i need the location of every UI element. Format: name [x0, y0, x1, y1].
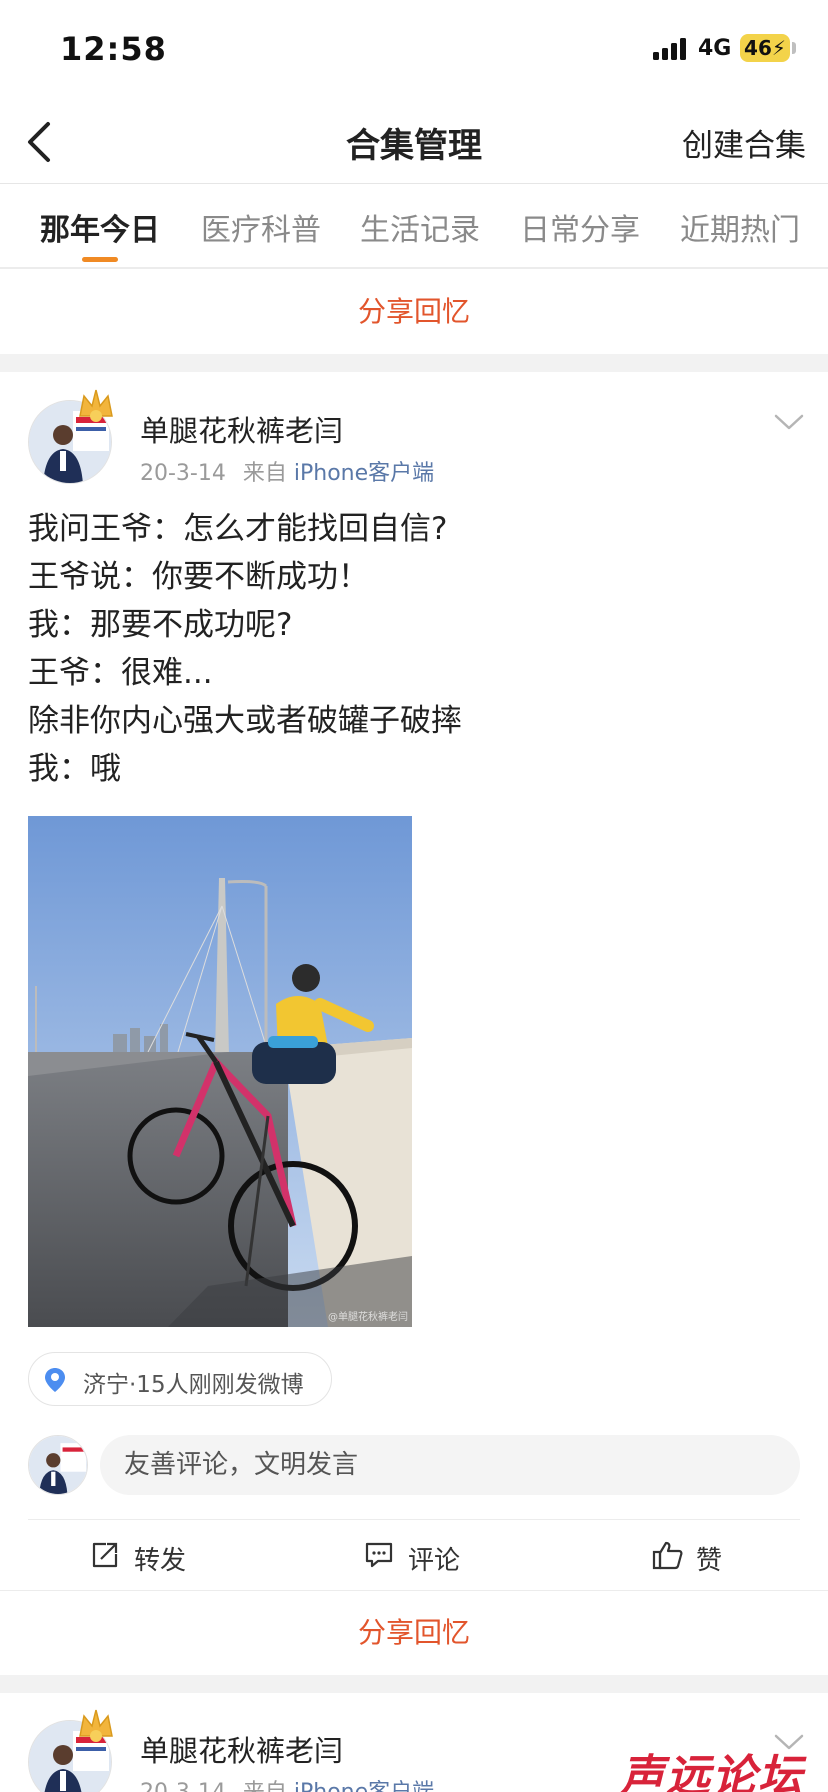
- section-gap: [0, 1675, 828, 1693]
- post-date: 20-3-14: [140, 1780, 226, 1792]
- post-text-line: 我：哦: [28, 751, 121, 787]
- cellular-signal-icon: [653, 38, 689, 60]
- comment-label: 评论: [408, 1546, 461, 1576]
- like-button[interactable]: 赞: [652, 1538, 752, 1576]
- collection-tabs: 那年今日 医疗科普 生活记录 日常分享 近期热门: [0, 185, 828, 267]
- like-label: 赞: [696, 1546, 723, 1576]
- chevron-down-icon[interactable]: [772, 410, 806, 434]
- vip-badge-icon: [79, 1709, 113, 1742]
- repost-icon: [92, 1542, 118, 1568]
- network-type: 4G: [698, 36, 732, 61]
- post-text-line: 王爷：很难...: [28, 655, 213, 691]
- battery-level: 46: [744, 36, 772, 60]
- comment-icon: [365, 1542, 393, 1568]
- svg-text:@单腿花秋裤老闫: @单腿花秋裤老闫: [328, 1310, 408, 1323]
- post-author-name[interactable]: 单腿花秋裤老闫: [140, 408, 343, 450]
- status-bar: 12:58 4G 46⚡: [0, 0, 828, 100]
- post-date: 20-3-14: [140, 461, 226, 486]
- thumbs-up-icon: [652, 1541, 683, 1570]
- location-tag[interactable]: 济宁·15人刚刚发微博: [28, 1352, 332, 1406]
- post-actions: 转发 评论 赞: [28, 1519, 800, 1589]
- post-source[interactable]: iPhone客户端: [294, 461, 434, 486]
- battery-icon: 46⚡: [740, 34, 790, 62]
- status-time: 12:58: [60, 30, 167, 68]
- repost-label: 转发: [134, 1546, 187, 1576]
- post-meta: 20-3-14 来自 iPhone客户端: [140, 1774, 434, 1792]
- post-source-prefix: 来自: [242, 461, 287, 486]
- tab-life-record[interactable]: 生活记录: [360, 205, 480, 249]
- post-text-line: 除非你内心强大或者破罐子破摔: [28, 703, 462, 739]
- location-pin-icon: [45, 1368, 65, 1392]
- tab-daily-share[interactable]: 日常分享: [520, 205, 640, 249]
- post-text-line: 我：那要不成功呢?: [28, 607, 293, 643]
- repost-button[interactable]: 转发: [90, 1538, 210, 1576]
- share-memory-button[interactable]: 分享回忆: [0, 270, 828, 354]
- tab-that-year-today[interactable]: 那年今日: [40, 205, 160, 249]
- vip-badge-icon: [79, 389, 113, 422]
- location-text: 济宁·15人刚刚发微博: [83, 1372, 304, 1398]
- post-text-line: 我问王爷：怎么才能找回自信?: [28, 511, 448, 547]
- nav-bar: 合集管理 创建合集: [0, 100, 828, 184]
- battery-cap: [792, 42, 796, 54]
- post-source[interactable]: iPhone客户端: [294, 1780, 434, 1792]
- create-collection-button[interactable]: 创建合集: [682, 120, 806, 165]
- tab-recent-hot[interactable]: 近期热门: [680, 205, 800, 249]
- back-button[interactable]: [18, 114, 70, 170]
- comment-input[interactable]: [100, 1435, 800, 1495]
- post-text: 我问王爷：怎么才能找回自信? 王爷说：你要不断成功！ 我：那要不成功呢? 王爷：…: [28, 505, 808, 793]
- chevron-left-icon: [28, 122, 50, 162]
- post-source-prefix: 来自: [243, 1780, 287, 1792]
- forum-watermark: 声远论坛: [620, 1751, 804, 1792]
- active-tab-indicator: [82, 257, 118, 262]
- post-author-name[interactable]: 单腿花秋裤老闫: [140, 1728, 343, 1770]
- post-meta: 20-3-14 来自 iPhone客户端: [140, 455, 434, 487]
- comment-button[interactable]: 评论: [364, 1538, 484, 1576]
- my-avatar[interactable]: [28, 1435, 88, 1495]
- share-memory-button[interactable]: 分享回忆: [0, 1591, 828, 1675]
- post-photo[interactable]: @单腿花秋裤老闫: [28, 816, 412, 1327]
- section-gap: [0, 354, 828, 372]
- tab-medical-science[interactable]: 医疗科普: [201, 205, 321, 249]
- divider: [0, 267, 828, 269]
- post-text-line: 王爷说：你要不断成功！: [28, 559, 369, 595]
